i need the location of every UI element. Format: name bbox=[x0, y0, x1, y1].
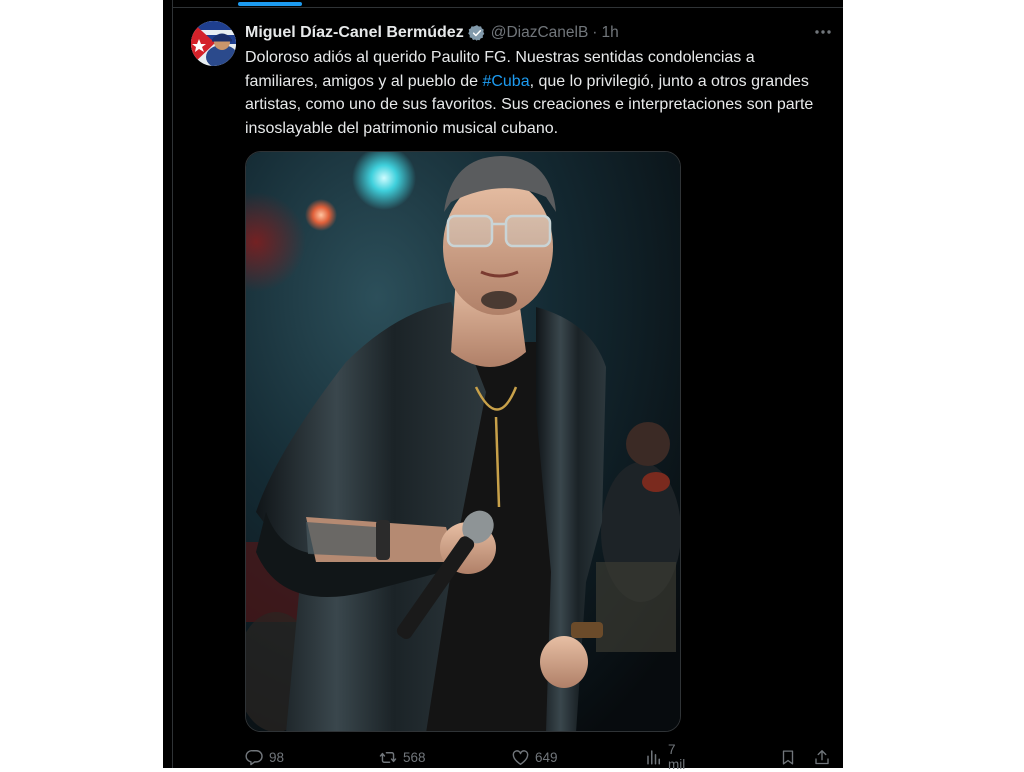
like-button[interactable]: 649 bbox=[511, 746, 558, 768]
reply-count: 98 bbox=[269, 749, 285, 765]
timestamp[interactable]: 1h bbox=[601, 24, 618, 42]
tweet-header: Miguel Díaz-Canel Bermúdez @DiazCanelB ·… bbox=[245, 22, 619, 44]
handle[interactable]: @DiazCanelB bbox=[491, 24, 589, 42]
display-name[interactable]: Miguel Díaz-Canel Bermúdez bbox=[245, 24, 464, 42]
repost-count: 568 bbox=[403, 749, 426, 765]
like-count: 649 bbox=[535, 749, 558, 765]
hashtag-link[interactable]: #Cuba bbox=[482, 73, 529, 90]
like-icon bbox=[511, 748, 530, 767]
verified-badge-icon bbox=[467, 24, 486, 42]
reply-icon bbox=[245, 748, 264, 767]
separator-dot: · bbox=[592, 24, 598, 41]
share-icon bbox=[813, 748, 831, 767]
views-icon bbox=[645, 748, 663, 766]
more-icon[interactable] bbox=[812, 25, 834, 39]
avatar-image bbox=[191, 21, 236, 66]
bookmark-button[interactable] bbox=[779, 746, 797, 768]
concert-photo bbox=[246, 152, 680, 731]
header-divider bbox=[172, 7, 843, 8]
views-button[interactable]: 7 mil bbox=[645, 742, 685, 772]
share-button[interactable] bbox=[813, 746, 831, 768]
column-divider bbox=[172, 0, 173, 768]
avatar[interactable] bbox=[191, 21, 236, 66]
tweet-text: Doloroso adiós al querido Paulito FG. Nu… bbox=[245, 46, 825, 140]
bookmark-icon bbox=[779, 748, 797, 767]
active-tab-indicator bbox=[238, 2, 302, 6]
reply-button[interactable]: 98 bbox=[245, 746, 284, 768]
tweet-media-photo[interactable] bbox=[245, 151, 681, 732]
repost-icon bbox=[378, 748, 398, 767]
repost-button[interactable]: 568 bbox=[378, 746, 426, 768]
